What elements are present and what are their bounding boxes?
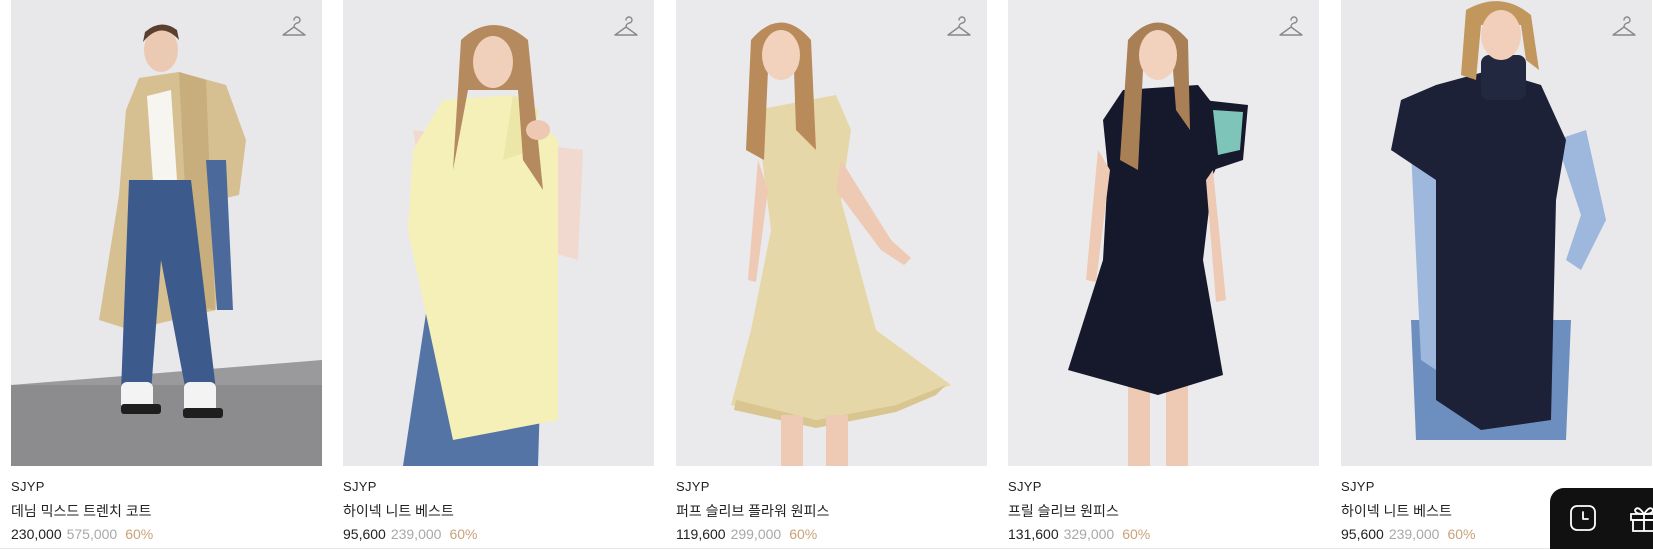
- wishlist-hanger-icon[interactable]: [613, 16, 639, 42]
- product-card[interactable]: SJYP 하이넥 니트 베스트 95,600 239,000 60%: [1341, 0, 1652, 543]
- product-brand: SJYP: [11, 479, 45, 494]
- discount-rate: 60%: [125, 526, 154, 542]
- product-card[interactable]: SJYP 퍼프 슬리브 플라워 원피스 119,600 299,000 60%: [676, 0, 987, 543]
- product-image[interactable]: [1008, 0, 1319, 466]
- product-grid: SJYP 데님 믹스드 트렌치 코트 230,000 575,000 60% S…: [0, 0, 1653, 549]
- product-image[interactable]: [11, 0, 322, 466]
- product-info: SJYP 하이넥 니트 베스트 95,600 239,000 60%: [343, 466, 654, 543]
- sale-price: 95,600: [343, 526, 386, 542]
- product-brand: SJYP: [343, 479, 377, 494]
- wishlist-hanger-icon[interactable]: [1611, 16, 1637, 42]
- product-name[interactable]: 프릴 슬리브 원피스: [1008, 502, 1319, 520]
- product-image[interactable]: [676, 0, 987, 466]
- model-photo: [11, 0, 322, 466]
- original-price: 239,000: [390, 526, 442, 542]
- product-card[interactable]: SJYP 데님 믹스드 트렌치 코트 230,000 575,000 60%: [11, 0, 322, 543]
- discount-rate: 60%: [449, 526, 478, 542]
- discount-rate: 60%: [789, 526, 818, 542]
- quick-menu-bar: [1550, 488, 1653, 549]
- product-info: SJYP 프릴 슬리브 원피스 131,600 329,000 60%: [1008, 466, 1319, 543]
- price-row: 95,600 239,000 60%: [343, 525, 654, 543]
- gift-icon[interactable]: [1627, 501, 1653, 535]
- wishlist-hanger-icon[interactable]: [1278, 16, 1304, 42]
- model-photo: [1008, 0, 1319, 466]
- price-row: 131,600 329,000 60%: [1008, 525, 1319, 543]
- product-card[interactable]: SJYP 프릴 슬리브 원피스 131,600 329,000 60%: [1008, 0, 1319, 543]
- sale-price: 230,000: [11, 526, 62, 542]
- discount-rate: 60%: [1447, 526, 1476, 542]
- price-row: 230,000 575,000 60%: [11, 525, 322, 543]
- model-photo: [1341, 0, 1652, 466]
- sale-price: 119,600: [676, 526, 726, 542]
- product-info: SJYP 퍼프 슬리브 플라워 원피스 119,600 299,000 60%: [676, 466, 987, 543]
- discount-rate: 60%: [1122, 526, 1151, 542]
- product-image[interactable]: [1341, 0, 1652, 466]
- wishlist-hanger-icon[interactable]: [946, 16, 972, 42]
- product-name[interactable]: 데님 믹스드 트렌치 코트: [11, 502, 322, 520]
- original-price: 239,000: [1388, 526, 1440, 542]
- model-photo: [676, 0, 987, 466]
- model-photo: [343, 0, 654, 466]
- wishlist-hanger-icon[interactable]: [281, 16, 307, 42]
- original-price: 299,000: [730, 526, 782, 542]
- sale-price: 131,600: [1008, 526, 1059, 542]
- original-price: 329,000: [1063, 526, 1115, 542]
- product-brand: SJYP: [1008, 479, 1042, 494]
- product-info: SJYP 데님 믹스드 트렌치 코트 230,000 575,000 60%: [11, 466, 322, 543]
- product-image[interactable]: [343, 0, 654, 466]
- product-brand: SJYP: [676, 479, 710, 494]
- sale-price: 95,600: [1341, 526, 1384, 542]
- original-price: 575,000: [66, 526, 118, 542]
- product-name[interactable]: 퍼프 슬리브 플라워 원피스: [676, 502, 987, 520]
- recent-viewed-clock-icon[interactable]: [1566, 501, 1600, 535]
- price-row: 119,600 299,000 60%: [676, 525, 987, 543]
- product-name[interactable]: 하이넥 니트 베스트: [343, 502, 654, 520]
- product-card[interactable]: SJYP 하이넥 니트 베스트 95,600 239,000 60%: [343, 0, 654, 543]
